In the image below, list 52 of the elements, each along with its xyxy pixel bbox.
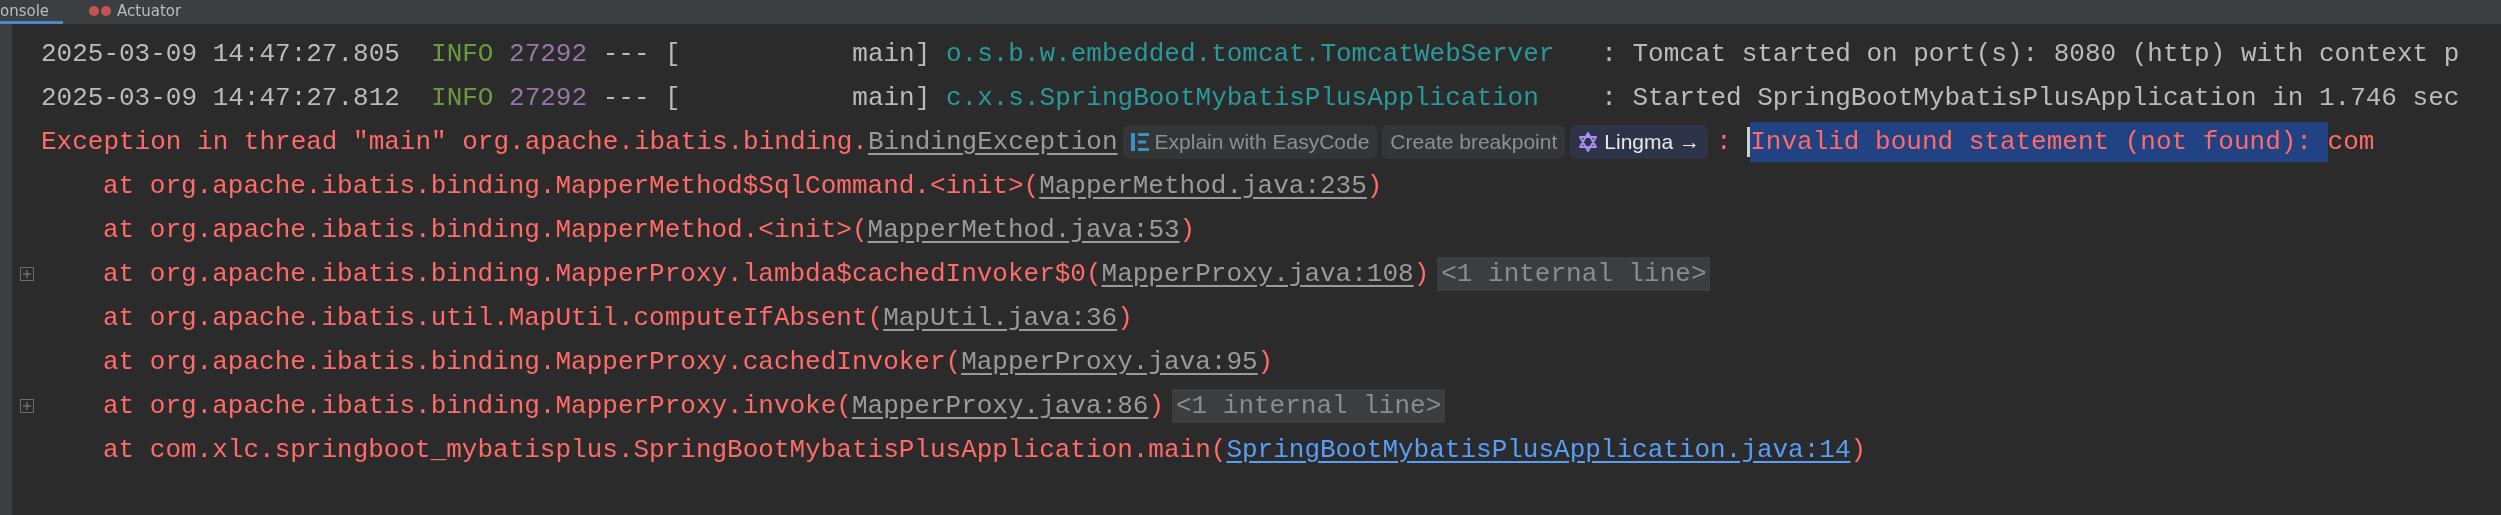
- exception-text: Exception in thread "main" org.apache.ibatis.binding.: [41, 127, 868, 157]
- source-link[interactable]: MapperMethod.java:235: [1039, 171, 1367, 201]
- source-link[interactable]: MapperProxy.java:86: [851, 391, 1149, 421]
- paren: ): [1148, 391, 1164, 421]
- expand-icon[interactable]: [19, 399, 34, 413]
- text-cursor: [1747, 127, 1751, 157]
- tab[interactable]: Actuator: [89, 1, 196, 24]
- paren: ): [1850, 435, 1867, 465]
- dashes: ---: [601, 83, 650, 113]
- explain-button[interactable]: Explain with EasyCode: [1122, 125, 1378, 159]
- source-link[interactable]: MapUtil.java:36: [883, 303, 1118, 333]
- log-level: INFO: [430, 83, 494, 113]
- paren: ): [1413, 259, 1430, 289]
- stack-frame: at org.apache.ibatis.binding.MapperProxy.lambda$cachedInvoker$0(: [103, 259, 1102, 289]
- stack-frame: at com.xlc.springboot_mybatisplus.SpringBootMybatisPlusApplication.main(: [103, 435, 1227, 465]
- log-level: INFO: [430, 39, 494, 69]
- assistant-button[interactable]: Lingma →: [1570, 125, 1709, 159]
- paren: ): [1117, 303, 1133, 333]
- breakpoint-button[interactable]: Create breakpoint: [1382, 125, 1566, 159]
- exception-text: com: [2327, 127, 2375, 157]
- stack-frame: at org.apache.ibatis.binding.MapperMethod$SqlCommand.<init>(: [103, 171, 1040, 201]
- dots-icon: [89, 5, 112, 17]
- log-message: : Tomcat started on port(s): 8080 (http) with context p: [1601, 39, 2460, 69]
- logger-name: c.x.s.SpringBootMybatisPlusApplication: [944, 83, 1540, 113]
- process-id: 27292: [508, 83, 588, 113]
- folded-lines[interactable]: <1 internal line>: [1172, 389, 1446, 423]
- source-link[interactable]: SpringBootMybatisPlusApplication.java:14: [1226, 435, 1851, 465]
- source-link[interactable]: MapperProxy.java:108: [1101, 259, 1414, 289]
- paren: ): [1366, 171, 1383, 201]
- stack-frame: at org.apache.ibatis.binding.MapperProxy.invoke(: [103, 391, 852, 421]
- expand-icon[interactable]: [19, 267, 34, 281]
- dashes: ---: [601, 39, 650, 69]
- source-link[interactable]: MapperProxy.java:95: [961, 347, 1258, 377]
- logger-name: o.s.b.w.embedded.tomcat.TomcatWebServer: [944, 39, 1556, 69]
- star-icon: [1578, 132, 1599, 152]
- exception-link[interactable]: BindingException: [867, 127, 1118, 157]
- thread-name: [ main]: [664, 39, 931, 69]
- stack-frame: at org.apache.ibatis.util.MapUtil.computeIfAbsent(: [103, 303, 884, 333]
- timestamp: 2025-03-09 14:47:27.805: [41, 39, 400, 69]
- list-icon: [1130, 132, 1149, 152]
- selected-text: Invalid bound statement (not found):: [1750, 122, 2328, 162]
- timestamp: 2025-03-09 14:47:27.812: [41, 83, 400, 113]
- stack-frame: at org.apache.ibatis.binding.MapperMethod.<init>(: [103, 215, 868, 245]
- log-message: : Started SpringBootMybatisPlusApplication in 1.746 sec: [1601, 83, 2460, 113]
- thread-name: [ main]: [664, 83, 931, 113]
- paren: ): [1179, 215, 1196, 245]
- source-link[interactable]: MapperMethod.java:53: [867, 215, 1180, 245]
- process-id: 27292: [508, 39, 588, 69]
- separator: :: [1715, 127, 1733, 157]
- paren: ): [1257, 347, 1274, 377]
- stack-frame: at org.apache.ibatis.binding.MapperProxy.cachedInvoker(: [103, 347, 962, 377]
- folded-lines[interactable]: <1 internal line>: [1437, 257, 1711, 291]
